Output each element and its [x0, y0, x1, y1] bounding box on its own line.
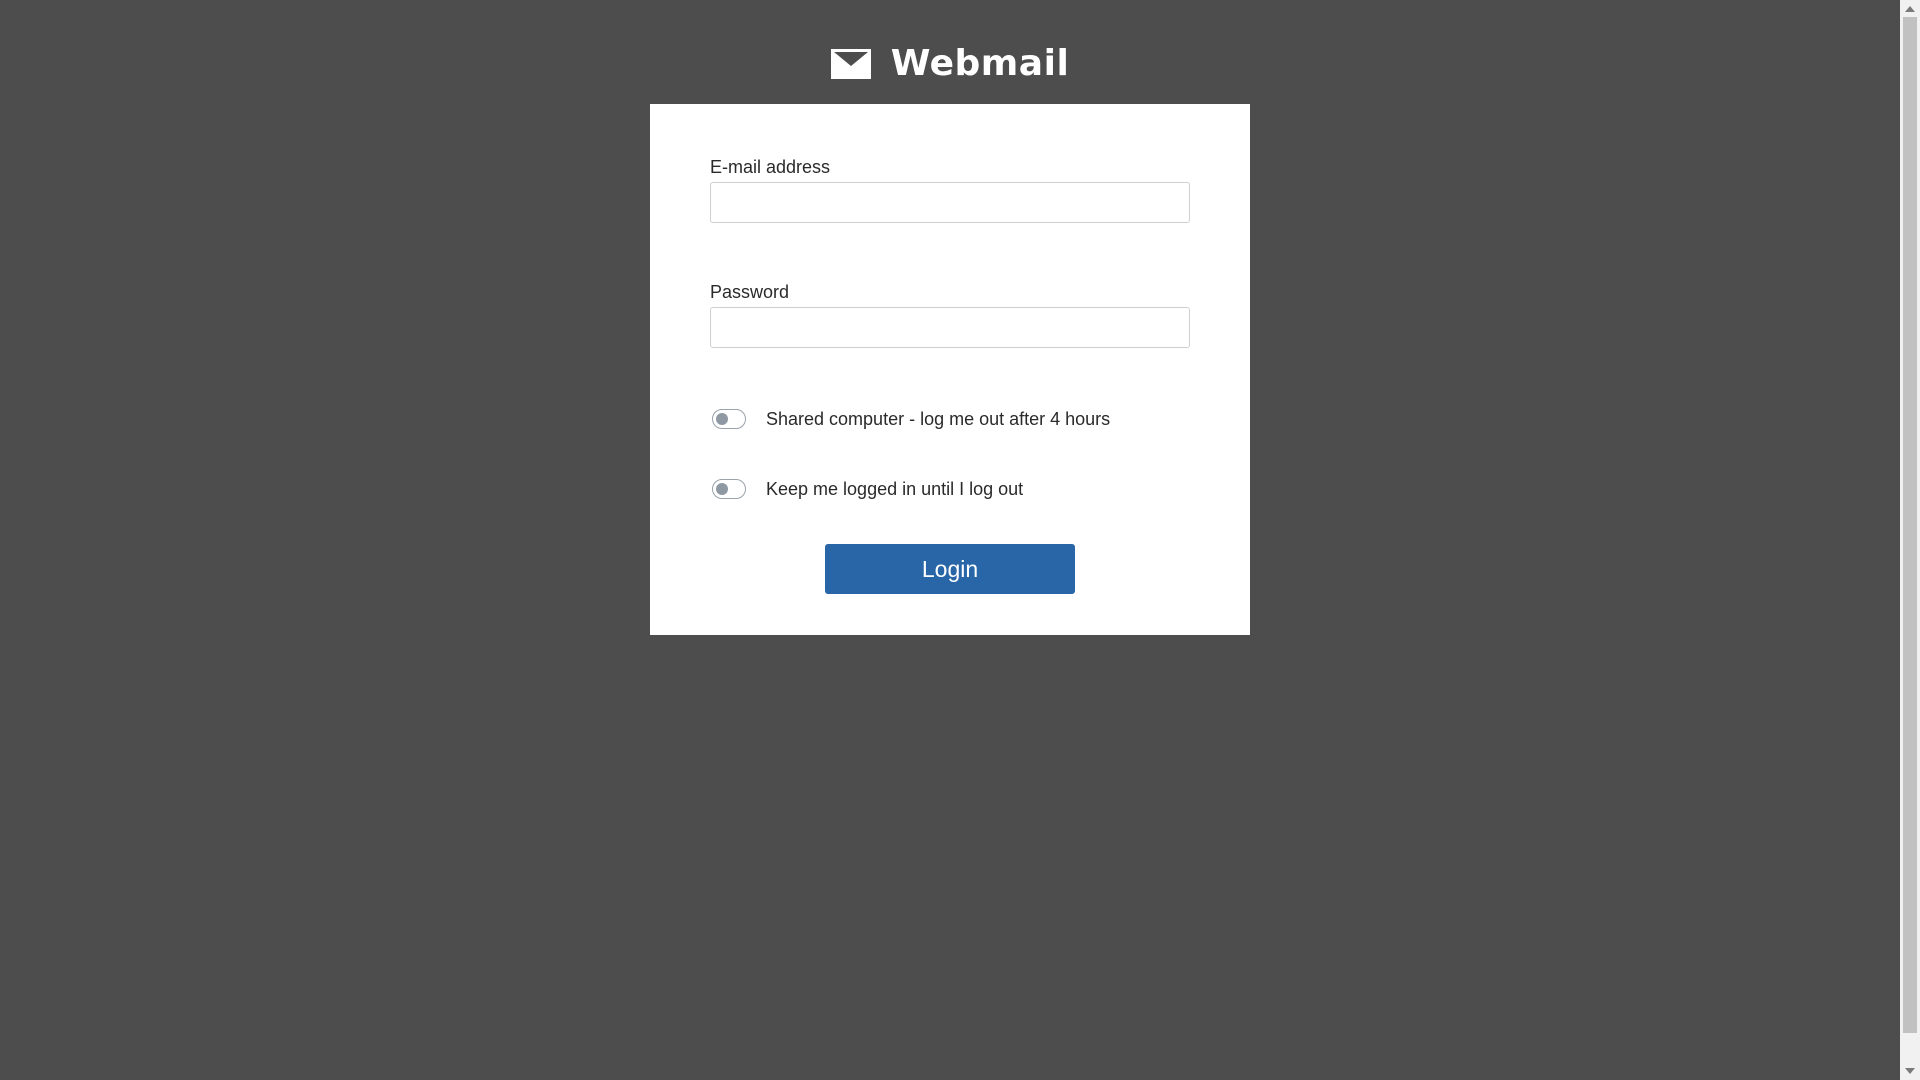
vertical-scrollbar[interactable]: [1900, 0, 1920, 1080]
page: Webmail E-mail address Password Shared c…: [0, 0, 1920, 1080]
login-wrap: Login: [710, 544, 1190, 594]
email-field[interactable]: [710, 182, 1190, 223]
password-group: Password: [710, 281, 1190, 348]
keep-logged-in-toggle[interactable]: [712, 479, 746, 499]
brand-header: Webmail: [0, 44, 1900, 84]
login-button[interactable]: Login: [825, 544, 1075, 594]
shared-computer-row: Shared computer - log me out after 4 hou…: [710, 404, 1190, 434]
email-group: E-mail address: [710, 156, 1190, 223]
toggle-knob: [716, 413, 728, 425]
shared-computer-toggle[interactable]: [712, 409, 746, 429]
viewport: Webmail E-mail address Password Shared c…: [0, 0, 1900, 1080]
scrollbar-thumb[interactable]: [1903, 17, 1917, 1033]
brand-title: Webmail: [890, 43, 1070, 84]
shared-computer-label[interactable]: Shared computer - log me out after 4 hou…: [766, 409, 1110, 430]
password-label: Password: [710, 282, 790, 302]
envelope-icon: [830, 49, 871, 79]
scroll-down-arrow-icon[interactable]: [1905, 1068, 1915, 1074]
password-field[interactable]: [710, 307, 1190, 348]
email-label: E-mail address: [710, 157, 831, 177]
keep-logged-in-row: Keep me logged in until I log out: [710, 474, 1190, 504]
scroll-up-arrow-icon[interactable]: [1905, 6, 1915, 12]
keep-logged-in-label[interactable]: Keep me logged in until I log out: [766, 479, 1023, 500]
toggle-knob: [716, 483, 728, 495]
login-card: E-mail address Password Shared computer …: [650, 104, 1250, 635]
